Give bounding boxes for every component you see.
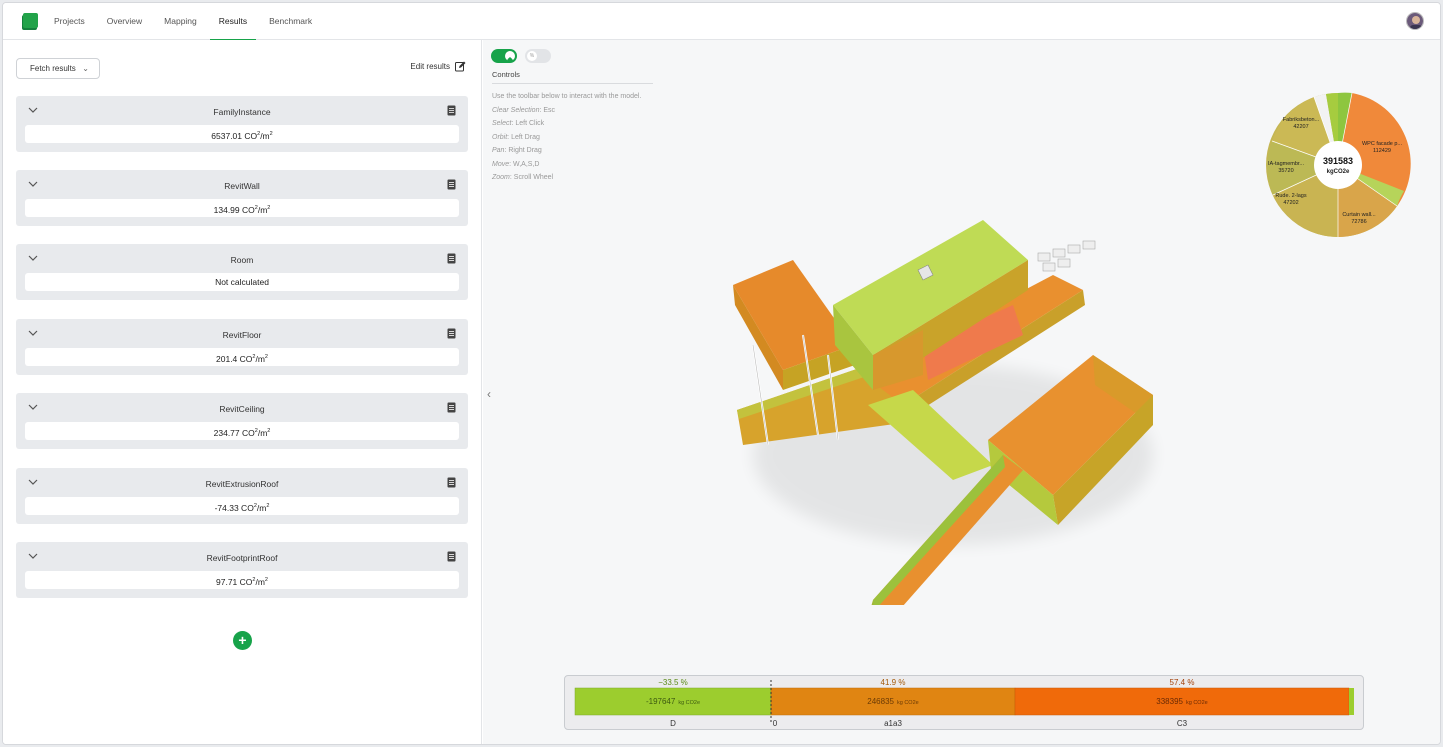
result-card-title: RevitWall (224, 181, 260, 191)
control-hint: Zoom: Scroll Wheel (492, 174, 554, 181)
top-navbar: Projects Overview Mapping Results Benchm… (3, 3, 1440, 41)
document-icon[interactable] (447, 328, 456, 339)
model-viewer[interactable]: % Controls Use the toolbar below to inte… (483, 40, 1440, 744)
phase-percent-c3: 57.4 % (1170, 678, 1195, 687)
result-card-value: 134.99 CO2/m2 (25, 199, 459, 217)
document-icon[interactable] (447, 402, 456, 413)
nav-projects[interactable]: Projects (43, 3, 96, 40)
controls-title: Controls (492, 70, 520, 79)
results-panel: Fetch results ⌄ Edit results FamilyInsta… (3, 40, 482, 744)
app-window: Projects Overview Mapping Results Benchm… (2, 2, 1441, 745)
control-hint: Select: Left Click (492, 120, 545, 127)
lifecycle-phase-bar: −33.5 % 41.9 % 57.4 % -197647 kg CO2e 246… (564, 675, 1364, 730)
main-nav: Projects Overview Mapping Results Benchm… (43, 3, 323, 41)
fetch-results-label: Fetch results (30, 64, 76, 73)
slice-label-ia: IA-tagmembr... (1268, 161, 1305, 167)
result-card-value: -74.33 CO2/m2 (25, 497, 459, 515)
building-model[interactable] (723, 205, 1183, 605)
percent-icon: % (527, 51, 537, 61)
phase-name-d: D (670, 719, 676, 728)
result-card-title: Room (230, 255, 254, 265)
edit-results-button[interactable]: Edit results (410, 61, 466, 72)
phase-name-a1a3: a1a3 (884, 719, 902, 728)
controls-intro: Use the toolbar below to interact with t… (492, 93, 642, 100)
result-card[interactable]: RevitWall 134.99 CO2/m2 (16, 170, 468, 226)
result-card-value: 97.71 CO2/m2 (25, 571, 459, 589)
document-icon[interactable] (447, 253, 456, 264)
slice-value-ia: 35720 (1278, 168, 1293, 174)
phase-percent-d: −33.5 % (658, 678, 688, 687)
result-card[interactable]: RevitFloor 201.4 CO2/m2 (16, 319, 468, 375)
donut-total: 391583 (1323, 156, 1353, 166)
user-avatar[interactable] (1406, 12, 1424, 30)
control-hint: Clear Selection: Esc (492, 106, 556, 114)
app-logo-icon[interactable] (20, 12, 39, 31)
result-card-value: 6537.01 CO2/m2 (25, 125, 459, 143)
slice-value-fabrik: 42207 (1293, 124, 1308, 130)
controls-help: Use the toolbar below to interact with t… (492, 90, 641, 185)
result-card-title: RevitFootprintRoof (206, 553, 278, 563)
result-card[interactable]: RevitExtrusionRoof -74.33 CO2/m2 (16, 468, 468, 524)
result-card-title: RevitCeiling (219, 404, 265, 414)
result-card-value: 234.77 CO2/m2 (25, 422, 459, 440)
result-card-title: FamilyInstance (213, 107, 271, 117)
edit-results-label: Edit results (410, 62, 450, 71)
nav-mapping[interactable]: Mapping (153, 3, 208, 40)
nav-benchmark[interactable]: Benchmark (258, 3, 323, 40)
collapse-panel-icon[interactable]: ‹ (487, 387, 491, 401)
home-icon (505, 51, 515, 62)
nav-results[interactable]: Results (208, 3, 258, 41)
slice-label-wpc: WPC facade p... (1362, 141, 1403, 147)
phase-name-c3: C3 (1177, 719, 1188, 728)
view-mode-toggle[interactable] (491, 49, 517, 63)
divider (492, 83, 653, 84)
document-icon[interactable] (447, 179, 456, 190)
donut-unit: kgCO2e (1327, 169, 1350, 175)
slice-value-rude: 47202 (1283, 200, 1298, 206)
document-icon[interactable] (447, 477, 456, 488)
add-result-button[interactable]: + (233, 631, 252, 650)
edit-icon (455, 61, 466, 72)
control-hint: Orbit: Left Drag (492, 133, 540, 141)
result-card[interactable]: Room Not calculated (16, 244, 468, 300)
slice-label-fabrik: Fabriksbeton... (1283, 117, 1320, 123)
percent-toggle[interactable]: % (525, 49, 551, 63)
slice-label-rude: Rude. 2-lags (1275, 193, 1306, 199)
phase-zero-label: 0 (773, 719, 778, 728)
result-card-value: Not calculated (25, 273, 459, 291)
slice-value-wpc: 112429 (1373, 148, 1391, 154)
nav-overview[interactable]: Overview (96, 3, 153, 40)
slice-value-curtain: 72786 (1351, 219, 1366, 225)
result-card-title: RevitExtrusionRoof (205, 479, 279, 489)
document-icon[interactable] (447, 551, 456, 562)
document-icon[interactable] (447, 105, 456, 116)
phase-percent-a1a3: 41.9 % (881, 678, 906, 687)
result-card[interactable]: RevitFootprintRoof 97.71 CO2/m2 (16, 542, 468, 598)
emissions-donut-chart[interactable]: 391583 kgCO2e WPC facade p... 112429 Cur… (1264, 91, 1412, 239)
control-hint: Move: W,A,S,D (492, 160, 540, 168)
control-hint: Pan: Right Drag (492, 147, 542, 154)
result-card-title: RevitFloor (222, 330, 262, 340)
result-card-value: 201.4 CO2/m2 (25, 348, 459, 366)
fetch-results-button[interactable]: Fetch results ⌄ (16, 58, 100, 79)
result-card[interactable]: FamilyInstance 6537.01 CO2/m2 (16, 96, 468, 152)
slice-label-curtain: Curtain wall... (1342, 212, 1376, 218)
chevron-down-icon: ⌄ (82, 64, 89, 73)
result-card[interactable]: RevitCeiling 234.77 CO2/m2 (16, 393, 468, 449)
